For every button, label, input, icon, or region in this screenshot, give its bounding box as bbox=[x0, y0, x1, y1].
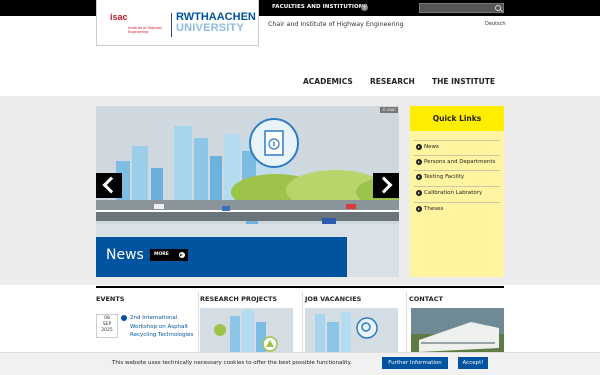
arrow-right-icon bbox=[179, 252, 185, 258]
job-vacancies-image[interactable] bbox=[305, 308, 398, 358]
copyright-badge: © ISAC bbox=[380, 107, 398, 113]
nav-academics[interactable]: ACADEMICS bbox=[303, 77, 353, 86]
more-label: MORE bbox=[154, 252, 169, 257]
column-divider bbox=[406, 292, 407, 357]
research-projects-heading[interactable]: RESEARCH PROJECTS bbox=[200, 295, 277, 303]
search-icon[interactable] bbox=[495, 5, 501, 11]
section-divider bbox=[96, 286, 504, 288]
logo[interactable]: isac Institute of Highway Engineering RW… bbox=[96, 0, 259, 46]
quick-link-testing[interactable]: Testing Facility bbox=[414, 170, 500, 182]
event-date: 08 SEP 2025 bbox=[96, 314, 118, 338]
quick-link-label: Testing Facility bbox=[424, 174, 465, 180]
logo-divider bbox=[171, 13, 172, 37]
quick-link-news[interactable]: News bbox=[414, 140, 500, 152]
quick-link-persons[interactable]: Persons and Departments bbox=[414, 155, 500, 167]
chevron-right-icon bbox=[375, 176, 393, 194]
quick-links-title: Quick Links bbox=[410, 106, 504, 131]
arrow-right-icon bbox=[416, 206, 422, 212]
events-heading: EVENTS bbox=[96, 295, 125, 303]
contact-heading[interactable]: CONTACT bbox=[409, 295, 443, 303]
slider-prev-button[interactable] bbox=[96, 173, 122, 198]
quick-link-calibration[interactable]: Calibration Labratory bbox=[414, 186, 500, 198]
isac-logo-subtitle: Institute of Highway Engineering bbox=[128, 26, 163, 34]
column-divider bbox=[302, 292, 303, 357]
plus-icon[interactable]: + bbox=[361, 4, 368, 11]
language-switch[interactable]: Deutsch bbox=[485, 21, 506, 27]
arrow-right-icon bbox=[121, 315, 127, 321]
event-link[interactable]: 2nd International Workshop on Asphalt Re… bbox=[130, 314, 196, 340]
slider-caption: News bbox=[106, 247, 144, 263]
nav-research[interactable]: RESEARCH bbox=[370, 77, 415, 86]
column-divider bbox=[198, 292, 199, 357]
event-year: 2025 bbox=[101, 328, 113, 333]
more-button[interactable]: MORE bbox=[150, 249, 188, 261]
rwth-logo-line2: UNIVERSITY bbox=[176, 22, 245, 34]
slider-next-button[interactable] bbox=[373, 173, 399, 198]
job-vacancies-heading[interactable]: JOB VACANCIES bbox=[305, 295, 361, 303]
chevron-left-icon bbox=[102, 176, 120, 194]
quick-link-label: Persons and Departments bbox=[424, 159, 496, 165]
isac-logo-text: isac bbox=[110, 12, 128, 22]
institute-name: Chair and Institute of Highway Engineeri… bbox=[268, 21, 404, 28]
accept-cookies-button[interactable]: Accept! bbox=[458, 357, 488, 369]
arrow-right-icon bbox=[416, 159, 422, 165]
arrow-right-icon bbox=[416, 144, 422, 150]
arrow-right-icon bbox=[416, 190, 422, 196]
faculties-link[interactable]: FACULTIES AND INSTITUTIONS bbox=[272, 4, 368, 10]
nav-the-institute[interactable]: THE INSTITUTE bbox=[432, 77, 495, 86]
arrow-right-icon bbox=[416, 174, 422, 180]
further-information-button[interactable]: Further Information bbox=[382, 357, 448, 369]
quick-link-label: Theses bbox=[424, 206, 444, 212]
quick-link-theses[interactable]: Theses bbox=[414, 202, 500, 214]
research-projects-image[interactable] bbox=[200, 308, 293, 358]
quick-link-label: News bbox=[424, 144, 439, 150]
search-input[interactable] bbox=[419, 3, 504, 13]
cookie-text: This website uses technically necessary … bbox=[112, 360, 352, 366]
quick-link-label: Calibration Labratory bbox=[424, 190, 483, 196]
contact-building-image[interactable] bbox=[411, 308, 504, 358]
